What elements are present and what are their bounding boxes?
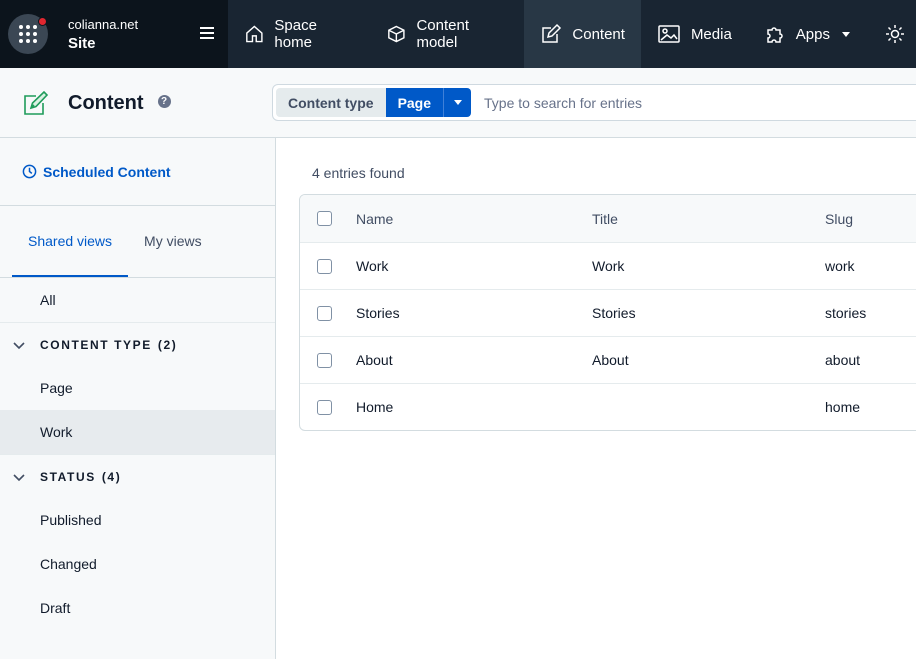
cube-icon xyxy=(387,25,405,43)
view-all[interactable]: All xyxy=(0,278,275,322)
menu-icon[interactable] xyxy=(199,27,214,42)
view-page[interactable]: Page xyxy=(0,366,275,410)
view-work[interactable]: Work xyxy=(0,410,275,454)
entries-table: Name Title Slug Work Work work Stories S… xyxy=(299,194,916,431)
page-header: Content ? Content type Page xyxy=(0,68,916,138)
image-icon xyxy=(658,25,680,43)
row-checkbox[interactable] xyxy=(317,258,332,274)
top-navigation: colianna.net Site Space home Content mod… xyxy=(0,0,916,68)
grid-icon xyxy=(19,25,37,43)
cell-title: About xyxy=(592,352,629,368)
filter-label[interactable]: Content type xyxy=(276,88,386,117)
column-header-slug[interactable]: Slug xyxy=(825,211,853,227)
space-name: Site xyxy=(68,35,96,52)
cell-slug: about xyxy=(825,352,861,368)
group-status[interactable]: STATUS (4) xyxy=(0,454,275,498)
entries-count: 4 entries found xyxy=(312,165,405,181)
space-info[interactable]: colianna.net Site xyxy=(68,15,138,53)
cell-name: Stories xyxy=(356,305,400,321)
cell-slug: work xyxy=(825,258,855,274)
nav-content-model[interactable]: Content model xyxy=(370,0,525,68)
puzzle-icon xyxy=(767,27,783,43)
views-tabs: Shared views My views xyxy=(0,206,275,278)
table-row[interactable]: Stories Stories stories xyxy=(300,289,916,336)
org-name: colianna.net xyxy=(68,17,139,32)
edit-icon xyxy=(542,23,562,43)
chevron-down-icon xyxy=(13,473,25,481)
main-nav: Space home Content model Content Media A… xyxy=(228,0,916,68)
nav-settings[interactable] xyxy=(866,0,916,68)
table-row[interactable]: Work Work work xyxy=(300,242,916,289)
view-draft[interactable]: Draft xyxy=(0,586,275,630)
row-checkbox[interactable] xyxy=(317,305,332,321)
nav-media[interactable]: Media xyxy=(641,0,748,68)
nav-label: Content model xyxy=(416,17,469,51)
nav-label: Apps xyxy=(795,25,830,43)
select-all-checkbox[interactable] xyxy=(317,211,332,226)
cell-title: Stories xyxy=(592,305,636,321)
nav-content[interactable]: Content xyxy=(524,0,641,68)
group-label: STATUS xyxy=(40,469,96,484)
home-icon xyxy=(245,25,263,43)
column-header-name[interactable]: Name xyxy=(356,211,393,227)
cell-name: Work xyxy=(356,258,389,274)
chevron-down-icon xyxy=(453,100,462,105)
row-checkbox[interactable] xyxy=(317,399,332,415)
app-launcher-button[interactable] xyxy=(8,14,48,54)
tab-my-views[interactable]: My views xyxy=(128,233,218,277)
search-bar[interactable]: Content type Page xyxy=(272,84,916,121)
page-title: Content xyxy=(68,91,144,114)
nav-space-home[interactable]: Space home xyxy=(228,0,370,68)
entries-panel: 4 entries found Name Title Slug Work Wor… xyxy=(277,138,916,659)
nav-label: Space home xyxy=(274,17,317,51)
group-content-type[interactable]: CONTENT TYPE (2) xyxy=(0,322,275,366)
filter-dropdown-button[interactable] xyxy=(443,88,472,117)
filter-value[interactable]: Page xyxy=(385,88,444,117)
table-row[interactable]: Home home xyxy=(300,383,916,430)
header-title-group: Content ? xyxy=(22,89,171,117)
view-changed[interactable]: Changed xyxy=(0,542,275,586)
scheduled-content-link[interactable]: Scheduled Content xyxy=(0,138,275,206)
cell-slug: home xyxy=(825,399,861,415)
clock-icon xyxy=(22,164,37,179)
group-label: CONTENT TYPE xyxy=(40,337,152,352)
nav-label: Media xyxy=(690,25,732,43)
scheduled-label: Scheduled Content xyxy=(43,163,171,180)
table-header-row: Name Title Slug xyxy=(300,195,916,242)
search-input[interactable] xyxy=(484,94,885,111)
content-icon xyxy=(24,90,49,115)
column-header-title[interactable]: Title xyxy=(592,211,618,227)
cell-slug: stories xyxy=(825,305,867,321)
gear-icon xyxy=(886,25,904,43)
cell-name: About xyxy=(356,352,393,368)
space-switcher[interactable]: colianna.net Site xyxy=(0,0,228,68)
notification-dot xyxy=(38,17,47,26)
tab-shared-views[interactable]: Shared views xyxy=(12,233,129,277)
row-checkbox[interactable] xyxy=(317,352,332,368)
table-row[interactable]: About About about xyxy=(300,336,916,383)
cell-title: Work xyxy=(592,258,625,274)
chevron-down-icon xyxy=(13,341,25,349)
group-count: (2) xyxy=(157,337,178,352)
group-count: (4) xyxy=(101,469,122,484)
view-published[interactable]: Published xyxy=(0,498,275,542)
help-icon[interactable]: ? xyxy=(157,94,171,108)
chevron-down-icon xyxy=(842,31,850,37)
cell-name: Home xyxy=(356,399,394,415)
sidebar: Scheduled Content Shared views My views … xyxy=(0,138,276,659)
nav-label: Content xyxy=(572,25,625,43)
nav-apps[interactable]: Apps xyxy=(748,0,866,68)
